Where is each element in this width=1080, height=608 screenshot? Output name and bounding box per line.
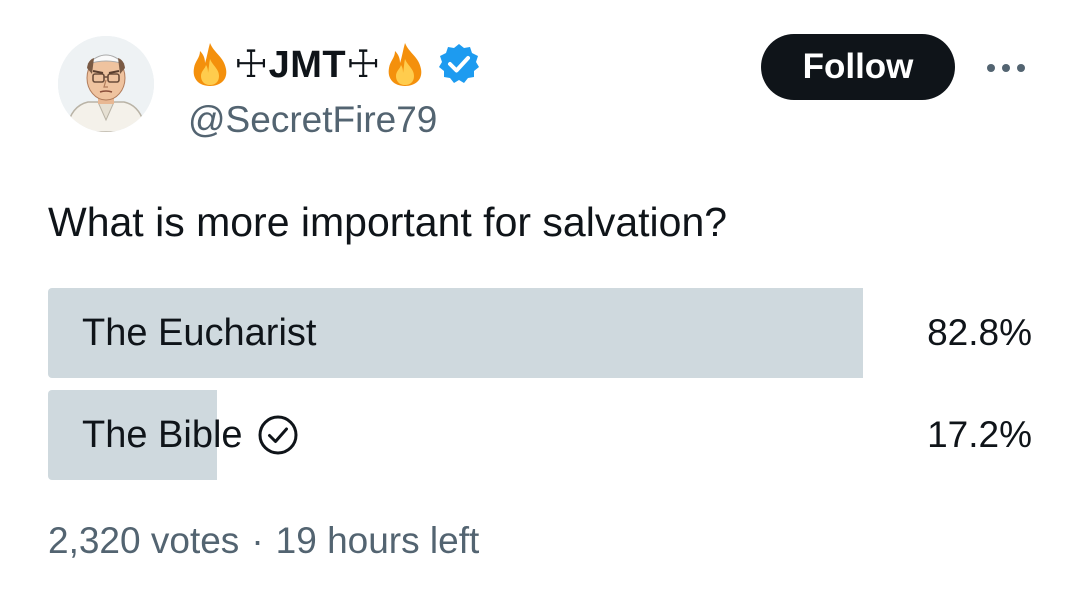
- pope-avatar-icon: [58, 36, 154, 132]
- follow-button[interactable]: Follow: [761, 34, 955, 100]
- time-left: 19 hours left: [275, 520, 480, 561]
- poll-option-label: The Bible: [82, 390, 299, 480]
- tweet-header: ☩JMT☩ @SecretFire79 Follow: [0, 0, 1080, 160]
- author-names: ☩JMT☩ @SecretFire79: [188, 38, 481, 142]
- poll-option-eucharist[interactable]: The Eucharist 82.8%: [48, 288, 1032, 378]
- poll-option-label: The Eucharist: [82, 288, 316, 378]
- vote-count: 2,320 votes: [48, 520, 240, 561]
- more-options-button[interactable]: [984, 50, 1028, 86]
- verified-badge-icon[interactable]: [437, 42, 481, 86]
- display-name-row[interactable]: ☩JMT☩: [188, 38, 481, 90]
- checkmark-circle-icon: [257, 414, 299, 456]
- avatar[interactable]: [58, 36, 154, 132]
- poll: The Eucharist 82.8% The Bible 17.2%: [48, 288, 1032, 492]
- fire-emoji-icon: [383, 41, 427, 87]
- poll-meta: 2,320 votes · 19 hours left: [48, 518, 479, 564]
- poll-option-text: The Bible: [82, 413, 243, 456]
- tweet-text: What is more important for salvation?: [48, 199, 728, 245]
- poll-option-bible[interactable]: The Bible 17.2%: [48, 390, 1032, 480]
- fire-emoji-icon: [188, 41, 232, 87]
- display-name: ☩JMT☩: [234, 43, 381, 86]
- poll-option-text: The Eucharist: [82, 311, 317, 354]
- meta-separator: ·: [251, 520, 264, 561]
- poll-option-percent: 17.2%: [927, 414, 1032, 455]
- poll-option-percent: 82.8%: [927, 312, 1032, 353]
- user-handle[interactable]: @SecretFire79: [188, 98, 481, 142]
- more-horizontal-icon: [987, 64, 1025, 72]
